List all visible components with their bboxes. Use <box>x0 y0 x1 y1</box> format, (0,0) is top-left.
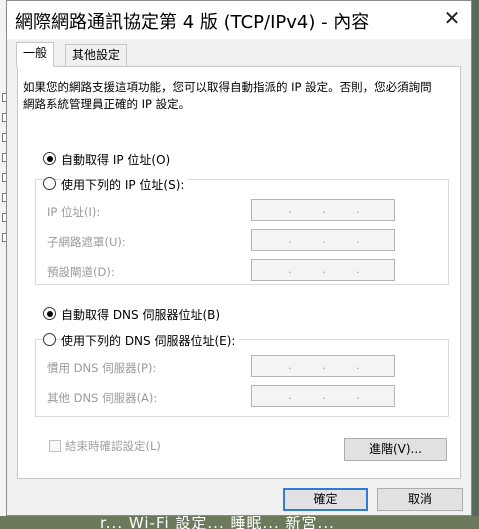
ip-dot: . <box>356 389 360 402</box>
ip-dot: . <box>322 263 326 276</box>
tab-alternate-config[interactable]: 其他設定 <box>65 44 128 66</box>
ip-dot: . <box>288 203 292 216</box>
advanced-button[interactable]: 進階(V)... <box>344 438 447 461</box>
tab-general-label: 一般 <box>23 46 48 60</box>
ip-dot: . <box>322 203 326 216</box>
background-text: r... Wi-Fi 設定... 睡眠... 新宮... <box>100 516 335 529</box>
default-gateway-input[interactable]: . . . <box>251 259 395 281</box>
ip-dot: . <box>322 233 326 246</box>
tab-general[interactable]: 一般 <box>16 42 55 67</box>
ip-auto-label[interactable]: 自動取得 IP 位址(O) <box>61 151 170 168</box>
dns-auto-radio[interactable] <box>43 307 56 320</box>
title-bar[interactable]: 網際網路通訊協定第 4 版 (TCP/IPv4) - 內容 ✕ <box>7 1 471 39</box>
ip-dot: . <box>356 359 360 372</box>
ip-manual-label[interactable]: 使用下列的 IP 位址(S): <box>61 176 189 193</box>
subnet-mask-label: 子網路遮罩(U): <box>47 235 126 249</box>
ip-dot: . <box>356 233 360 246</box>
preferred-dns-input[interactable]: . . . <box>251 355 395 377</box>
cancel-button[interactable]: 取消 <box>377 488 463 511</box>
dns-manual-label[interactable]: 使用下列的 DNS 伺服器位址(E): <box>61 332 240 349</box>
ip-dot: . <box>288 263 292 276</box>
tab-alternate-config-label: 其他設定 <box>72 48 121 62</box>
alternate-dns-input[interactable]: . . . <box>251 385 395 407</box>
ip-auto-radio[interactable] <box>43 152 56 165</box>
ok-button[interactable]: 確定 <box>283 488 368 511</box>
ip-manual-radio[interactable] <box>43 177 56 190</box>
ip-dot: . <box>288 233 292 246</box>
ip-dot: . <box>322 389 326 402</box>
description-text: 如果您的網路支援這項功能，您可以取得自動指派的 IP 設定。否則，您必須詢問網路… <box>23 80 432 111</box>
dns-manual-radio[interactable] <box>43 333 56 346</box>
ip-address-label: IP 位址(I): <box>47 205 101 219</box>
ip-dot: . <box>322 359 326 372</box>
ip-address-input[interactable]: . . . <box>251 199 395 221</box>
subnet-mask-input[interactable]: . . . <box>251 229 395 251</box>
background-taskbar-strip: r... Wi-Fi 設定... 睡眠... 新宮... <box>0 516 479 529</box>
tcpipv4-properties-dialog: 網際網路通訊協定第 4 版 (TCP/IPv4) - 內容 ✕ 一般 其他設定 … <box>6 0 472 516</box>
ip-dot: . <box>288 359 292 372</box>
ip-dot: . <box>356 203 360 216</box>
alternate-dns-label: 其他 DNS 伺服器(A): <box>47 391 158 405</box>
validate-on-exit-checkbox[interactable] <box>49 440 61 452</box>
default-gateway-label: 預設閘道(D): <box>47 265 115 279</box>
validate-on-exit-label[interactable]: 結束時確認設定(L) <box>65 438 161 454</box>
preferred-dns-label: 慣用 DNS 伺服器(P): <box>47 361 157 375</box>
ip-dot: . <box>356 263 360 276</box>
ip-dot: . <box>288 389 292 402</box>
close-icon[interactable]: ✕ <box>443 8 461 28</box>
dialog-title: 網際網路通訊協定第 4 版 (TCP/IPv4) - 內容 <box>15 12 370 33</box>
dns-auto-label[interactable]: 自動取得 DNS 伺服器位址(B) <box>61 306 220 323</box>
